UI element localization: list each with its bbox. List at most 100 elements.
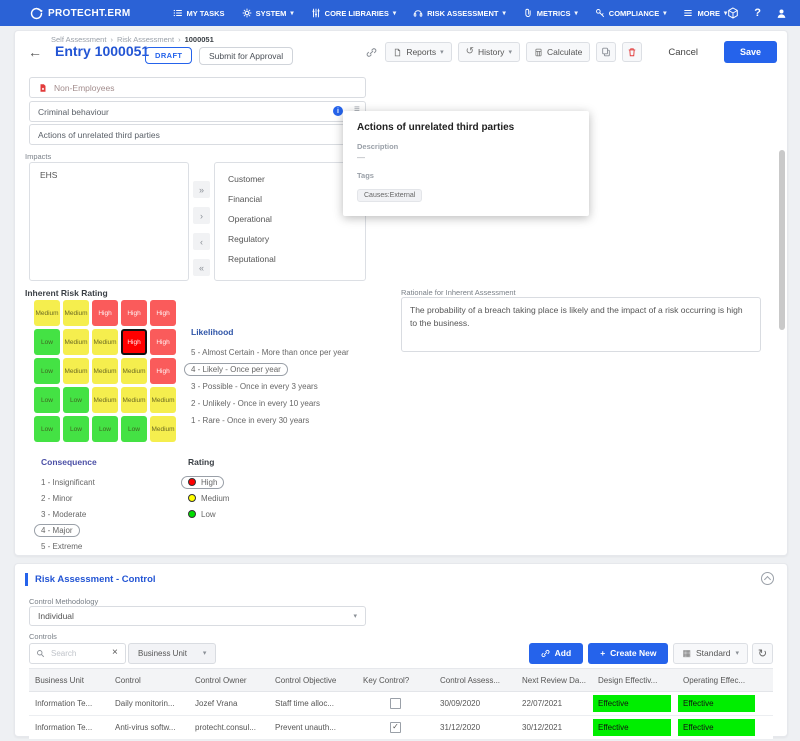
clear-search-icon[interactable]: × bbox=[112, 648, 118, 658]
collapse-section-button[interactable] bbox=[761, 572, 774, 585]
matrix-cell-medium[interactable]: Medium bbox=[63, 358, 89, 384]
help-icon[interactable]: ? bbox=[754, 7, 761, 19]
likelihood-option[interactable]: 4 - Likely - Once per year bbox=[184, 363, 288, 376]
matrix-cell-low[interactable]: Low bbox=[63, 387, 89, 413]
matrix-cell-high[interactable]: High bbox=[92, 300, 118, 326]
likelihood-option[interactable]: 3 - Possible - Once in every 3 years bbox=[184, 380, 325, 393]
cube-icon[interactable] bbox=[727, 7, 739, 19]
matrix-cell-high[interactable]: High bbox=[150, 358, 176, 384]
matrix-cell-medium[interactable]: Medium bbox=[92, 358, 118, 384]
column-header[interactable]: Design Effectiv... bbox=[592, 676, 677, 685]
impact-available-item[interactable]: Reputational bbox=[215, 249, 365, 269]
matrix-cell-low[interactable]: Low bbox=[34, 358, 60, 384]
matrix-cell-low[interactable]: Low bbox=[34, 387, 60, 413]
key-control-checkbox[interactable] bbox=[390, 698, 401, 709]
consequence-option[interactable]: 2 - Minor bbox=[34, 492, 80, 505]
copy-button[interactable] bbox=[596, 42, 616, 62]
likelihood-option[interactable]: 2 - Unlikely - Once in every 10 years bbox=[184, 397, 327, 410]
matrix-cell-high[interactable]: High bbox=[121, 300, 147, 326]
matrix-cell-low[interactable]: Low bbox=[63, 416, 89, 442]
consequence-option[interactable]: 5 - Extreme bbox=[34, 540, 89, 553]
column-header[interactable]: Control bbox=[109, 676, 189, 685]
back-button[interactable]: ← bbox=[28, 44, 42, 60]
impact-selected-item[interactable]: EHS bbox=[40, 170, 178, 180]
column-header[interactable]: Control Objective bbox=[269, 676, 357, 685]
matrix-cell-medium[interactable]: Medium bbox=[63, 300, 89, 326]
control-section-header[interactable]: Risk Assessment - Control bbox=[25, 573, 156, 586]
view-standard-button[interactable]: ▦ Standard ▾ bbox=[673, 643, 748, 664]
move-all-left-button[interactable]: « bbox=[193, 259, 210, 276]
matrix-cell-low[interactable]: Low bbox=[34, 416, 60, 442]
history-button[interactable]: ↺ History ▾ bbox=[458, 42, 520, 62]
consequence-option[interactable]: 4 - Major bbox=[34, 524, 80, 537]
brand-logo[interactable]: PROTECHT.ERM bbox=[30, 7, 131, 20]
consequence-option[interactable]: 3 - Moderate bbox=[34, 508, 93, 521]
matrix-cell-high[interactable]: High bbox=[150, 300, 176, 326]
matrix-cell-medium[interactable]: Medium bbox=[63, 329, 89, 355]
likelihood-option[interactable]: 1 - Rare - Once in every 30 years bbox=[184, 414, 316, 427]
matrix-cell-medium[interactable]: Medium bbox=[150, 416, 176, 442]
impacts-selected-list[interactable]: EHS bbox=[29, 162, 189, 281]
impact-available-item[interactable]: Regulatory bbox=[215, 229, 365, 249]
control-methodology-select[interactable]: Individual ▾ bbox=[29, 606, 366, 626]
cancel-button[interactable]: Cancel bbox=[660, 47, 706, 58]
table-row[interactable]: Information Te...Daily monitorin...Jozef… bbox=[29, 692, 773, 716]
risk-field[interactable]: Criminal behaviour bbox=[29, 101, 366, 122]
vertical-scrollbar[interactable] bbox=[779, 150, 785, 330]
add-button[interactable]: Add bbox=[529, 643, 584, 664]
matrix-cell-medium[interactable]: Medium bbox=[121, 387, 147, 413]
nav-item-system[interactable]: SYSTEM▾ bbox=[242, 8, 294, 18]
column-header[interactable]: Control Owner bbox=[189, 676, 269, 685]
search-box[interactable]: × bbox=[29, 643, 126, 664]
nav-item-compliance[interactable]: COMPLIANCE▾ bbox=[595, 8, 667, 18]
search-input[interactable] bbox=[49, 648, 108, 659]
reports-button[interactable]: Reports ▾ bbox=[385, 42, 451, 62]
matrix-cell-medium[interactable]: Medium bbox=[34, 300, 60, 326]
column-header[interactable]: Next Review Da... bbox=[516, 676, 592, 685]
calculate-button[interactable]: Calculate bbox=[526, 42, 590, 62]
risk-category-field[interactable]: Non-Employees bbox=[29, 77, 366, 98]
move-left-button[interactable]: ‹ bbox=[193, 233, 210, 250]
table-row[interactable]: Information Te...Anti-virus softw...prot… bbox=[29, 716, 773, 740]
delete-button[interactable] bbox=[622, 42, 642, 62]
link-icon[interactable] bbox=[366, 47, 377, 58]
column-header[interactable]: Control Assess... bbox=[434, 676, 516, 685]
user-icon[interactable] bbox=[776, 8, 787, 19]
matrix-cell-high[interactable]: High bbox=[121, 329, 147, 355]
nav-item-metrics[interactable]: METRICS▾ bbox=[523, 8, 578, 18]
business-unit-filter[interactable]: Business Unit ▾ bbox=[128, 643, 216, 664]
column-header[interactable]: Business Unit bbox=[29, 676, 109, 685]
matrix-cell-medium[interactable]: Medium bbox=[121, 358, 147, 384]
likelihood-option[interactable]: 5 - Almost Certain - More than once per … bbox=[184, 346, 356, 359]
key-control-checkbox[interactable]: ✓ bbox=[390, 722, 401, 733]
nav-item-my-tasks[interactable]: MY TASKS bbox=[173, 8, 225, 18]
popup-title: Actions of unrelated third parties bbox=[357, 122, 575, 133]
rating-option-high[interactable]: High bbox=[181, 476, 224, 489]
consequence-option[interactable]: 1 - Insignificant bbox=[34, 476, 102, 489]
matrix-cell-low[interactable]: Low bbox=[121, 416, 147, 442]
matrix-cell-low[interactable]: Low bbox=[92, 416, 118, 442]
rationale-textarea[interactable]: The probability of a breach taking place… bbox=[401, 297, 761, 352]
create-new-button[interactable]: + Create New bbox=[588, 643, 668, 664]
nav-item-core-libraries[interactable]: CORE LIBRARIES▾ bbox=[311, 8, 396, 18]
nav-item-risk-assessment[interactable]: RISK ASSESSMENT▾ bbox=[413, 8, 506, 18]
save-button[interactable]: Save bbox=[724, 41, 777, 63]
cause-field[interactable]: Actions of unrelated third parties bbox=[29, 124, 366, 145]
matrix-cell-medium[interactable]: Medium bbox=[92, 387, 118, 413]
column-header[interactable]: Operating Effec... bbox=[677, 676, 761, 685]
matrix-cell-low[interactable]: Low bbox=[34, 329, 60, 355]
refresh-button[interactable]: ↻ bbox=[752, 643, 773, 664]
submit-for-approval-button[interactable]: Submit for Approval bbox=[199, 47, 293, 65]
rating-option-medium[interactable]: Medium bbox=[181, 492, 236, 505]
rating-option-low[interactable]: Low bbox=[181, 508, 223, 521]
likelihood-title: Likelihood bbox=[191, 327, 356, 337]
move-right-button[interactable]: › bbox=[193, 207, 210, 224]
matrix-cell-medium[interactable]: Medium bbox=[150, 387, 176, 413]
matrix-cell-medium[interactable]: Medium bbox=[92, 329, 118, 355]
grid-view-icon: ▦ bbox=[682, 649, 691, 658]
nav-item-more[interactable]: MORE▾ bbox=[683, 8, 727, 18]
column-header[interactable]: Key Control? bbox=[357, 676, 434, 685]
info-icon[interactable]: i bbox=[333, 106, 343, 116]
matrix-cell-high[interactable]: High bbox=[150, 329, 176, 355]
move-all-right-button[interactable]: » bbox=[193, 181, 210, 198]
